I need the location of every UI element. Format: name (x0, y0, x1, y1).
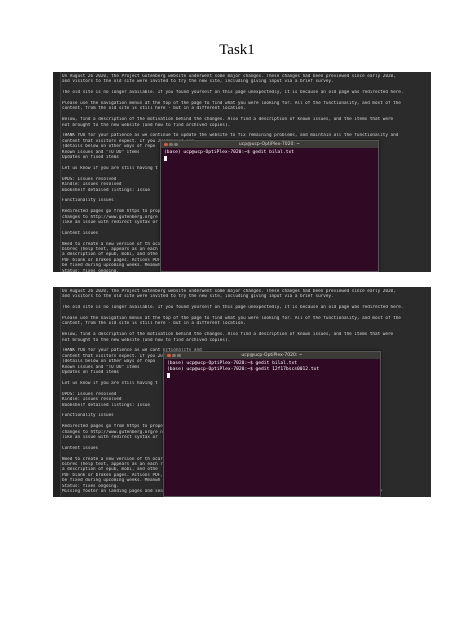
page-title: Task1 (219, 42, 255, 58)
document-line: The old site is no longer available. If … (62, 305, 404, 311)
screenshot-2: On August 26 2020, the Project Gutenberg… (53, 287, 431, 497)
terminal-title: ucp@ucp-OptiPlex-7020: ~ (241, 352, 303, 358)
document-line: Below, find a description of the motivat… (62, 117, 394, 123)
terminal-window[interactable]: ucp@ucp-OptiPlex-7020: ~ (base) ucp@ucp-… (163, 351, 381, 497)
editor-gutter (53, 287, 61, 497)
terminal-output[interactable]: (base) ucp@ucp-OptiPlex-7020:~$ gedit bi… (164, 359, 380, 382)
document-line: The old site is no longer available. If … (62, 90, 404, 96)
terminal-window[interactable]: ucp@ucp-OptiPlex-7020: ~ (base) ucp@ucp-… (160, 140, 379, 272)
terminal-output[interactable]: (base) ucp@ucp-OptiPlex-7020:~$ gedit bi… (161, 148, 378, 165)
terminal-titlebar[interactable]: ucp@ucp-OptiPlex-7020: ~ (164, 352, 380, 359)
cursor-icon (167, 373, 170, 378)
terminal-line (167, 373, 377, 380)
editor-gutter (53, 72, 61, 272)
cursor-icon (164, 156, 167, 161)
terminal-line (164, 156, 375, 163)
document-line: Below, find a description of the motivat… (62, 332, 394, 338)
terminal-titlebar[interactable]: ucp@ucp-OptiPlex-7020: ~ (161, 141, 378, 148)
terminal-title: ucp@ucp-OptiPlex-7020: ~ (238, 141, 301, 147)
screenshot-1: On August 26 2020, the Project Gutenberg… (53, 72, 431, 272)
